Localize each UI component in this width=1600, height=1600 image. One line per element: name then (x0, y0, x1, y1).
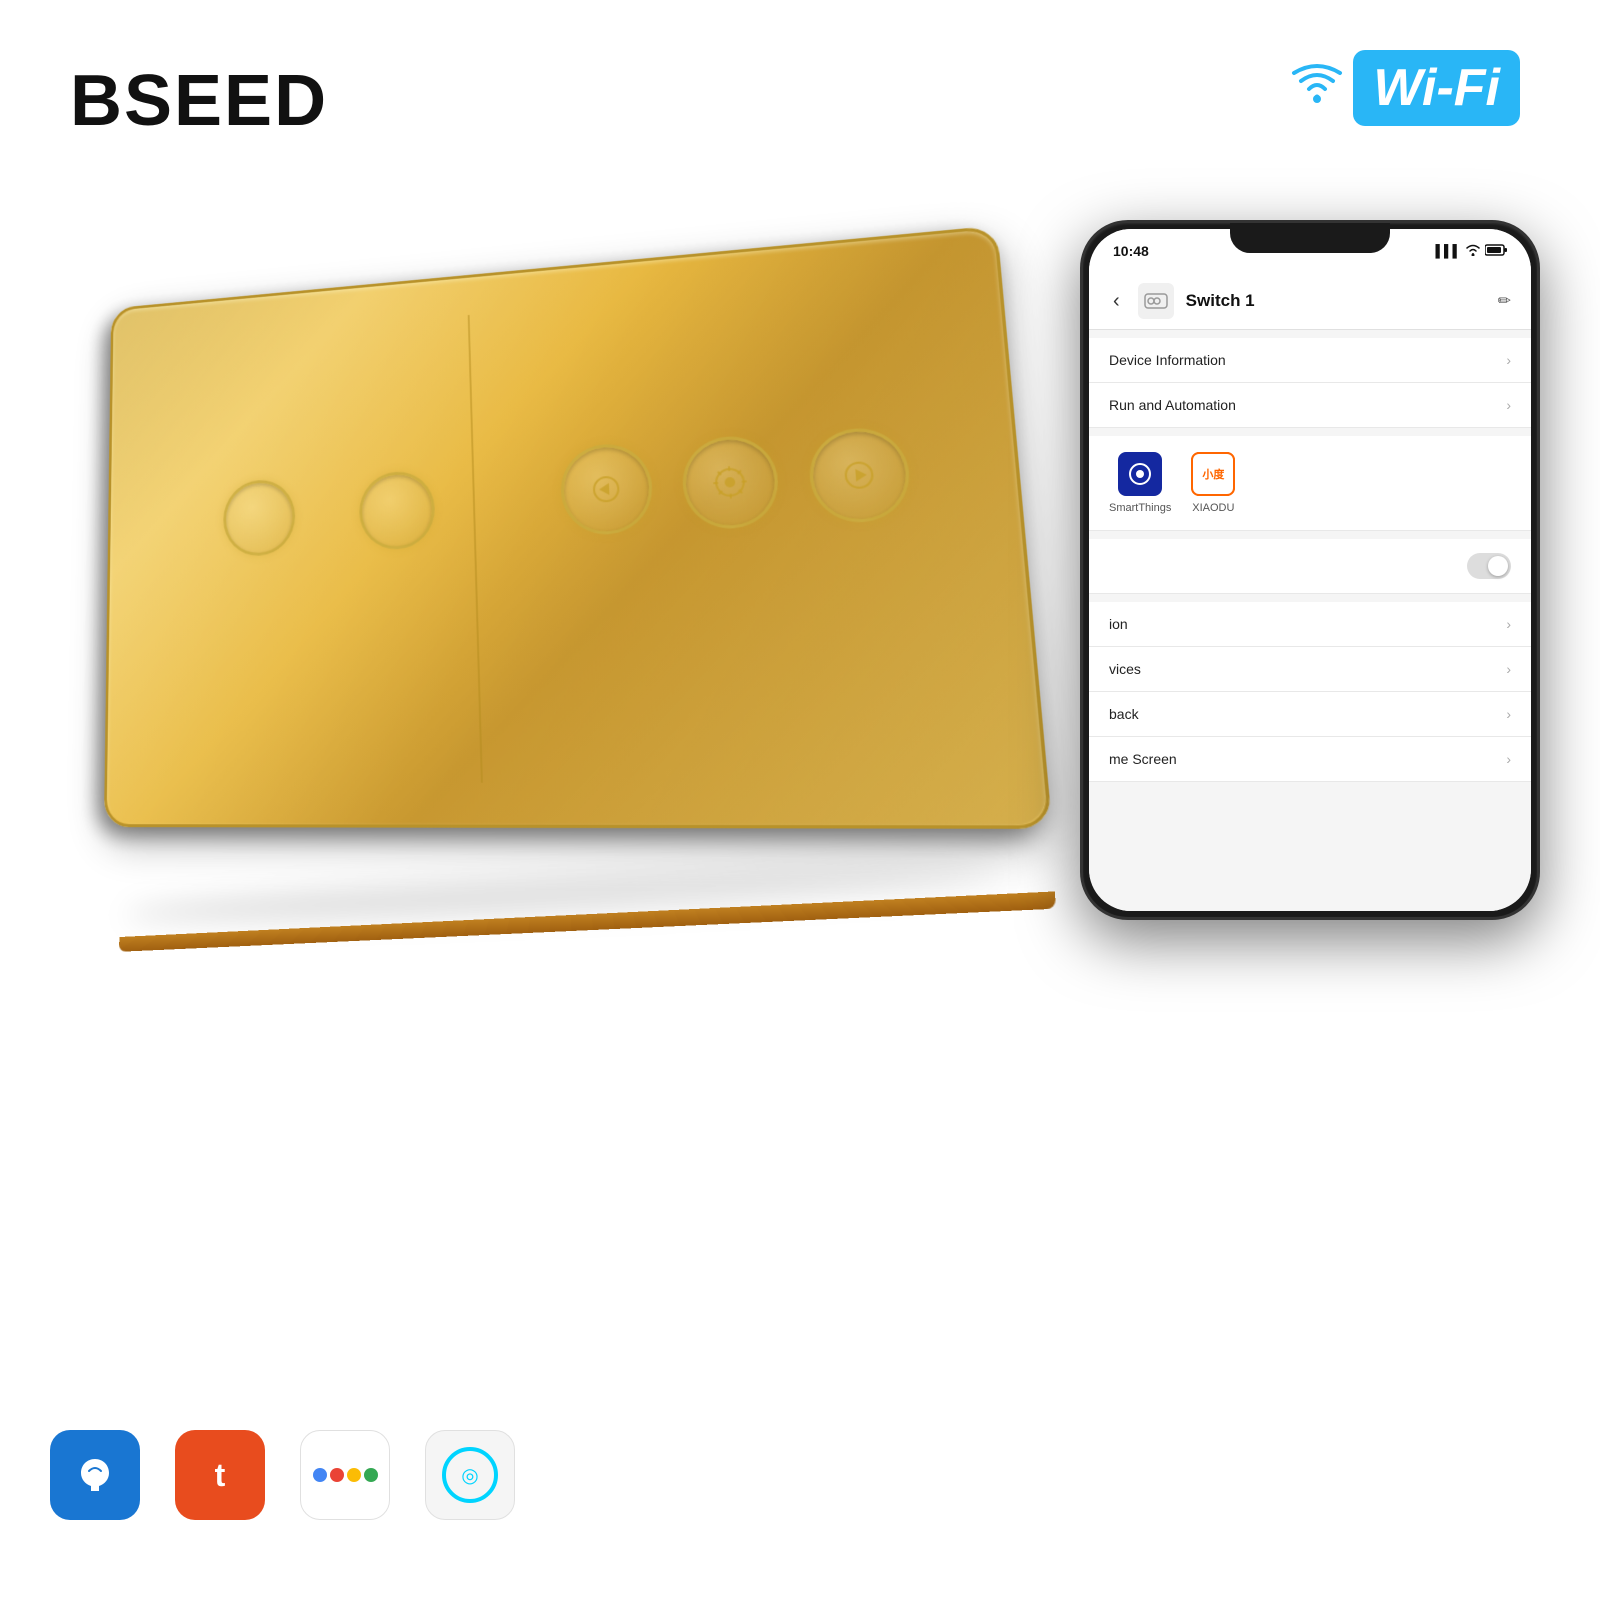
partial-label-2: vices (1109, 661, 1141, 677)
menu-item-partial-2[interactable]: vices › (1089, 647, 1531, 692)
toggle-knob (1488, 556, 1508, 576)
panel-divider (468, 315, 483, 783)
back-button[interactable]: ‹ (1105, 286, 1128, 317)
menu-item-automation[interactable]: Run and Automation › (1089, 383, 1531, 428)
phone-body: 10:48 ▌▌▌ (1080, 220, 1540, 920)
app-icons-row: t ◎ (50, 1430, 515, 1520)
status-icons: ▌▌▌ (1435, 244, 1507, 259)
spacer-1 (1089, 531, 1531, 539)
battery-icon (1485, 244, 1507, 259)
brand-logo: BSEED (70, 60, 328, 142)
google-dots (313, 1468, 378, 1482)
google-assistant-icon-wrapper[interactable] (300, 1430, 390, 1520)
alexa-icon-wrapper[interactable]: ◎ (425, 1430, 515, 1520)
spacer-2 (1089, 594, 1531, 602)
chevron-icon-6: › (1506, 751, 1511, 767)
partial-label-4: me Screen (1109, 751, 1177, 767)
touch-button-2[interactable] (359, 470, 436, 551)
tuya-icon[interactable]: t (175, 1430, 265, 1520)
wifi-text-box: Wi-Fi (1353, 50, 1520, 126)
automation-label: Run and Automation (1109, 397, 1236, 413)
smartthings-label: SmartThings (1109, 502, 1171, 514)
chevron-icon-3: › (1506, 616, 1511, 632)
switch-device (30, 220, 1030, 920)
device-name-label: Switch 1 (1186, 291, 1255, 311)
signal-icon: ▌▌▌ (1435, 244, 1461, 258)
dimmer-button-light[interactable] (681, 434, 781, 531)
menu-item-partial-1[interactable]: ion › (1089, 602, 1531, 647)
wifi-label: Wi-Fi (1373, 58, 1500, 118)
chevron-icon: › (1506, 352, 1511, 368)
phone-mockup: 10:48 ▌▌▌ (1080, 220, 1540, 920)
phone-notch (1230, 223, 1390, 253)
dimmer-button-increase[interactable] (807, 426, 913, 525)
xiaodu-label: XIAODU (1192, 502, 1234, 514)
switch-panel (104, 225, 1053, 828)
google-assistant-icon[interactable] (300, 1430, 390, 1520)
phone-screen: 10:48 ▌▌▌ (1089, 229, 1531, 911)
dimmer-button-decrease[interactable] (559, 442, 654, 537)
wifi-status-icon (1465, 244, 1481, 259)
menu-item-device-info[interactable]: Device Information › (1089, 338, 1531, 383)
xiaodu-item[interactable]: 小度 XIAODU (1191, 452, 1235, 514)
device-icon (1138, 283, 1174, 319)
app-content: ‹ Switch 1 ✏ (1089, 273, 1531, 911)
device-title-row: Switch 1 (1128, 283, 1498, 319)
device-info-label: Device Information (1109, 352, 1226, 368)
partial-label-1: ion (1109, 616, 1128, 632)
menu-item-partial-3[interactable]: back › (1089, 692, 1531, 737)
touch-button-1[interactable] (223, 478, 295, 557)
google-dot-yellow (347, 1468, 361, 1482)
partial-label-3: back (1109, 706, 1139, 722)
wifi-badge: Wi-Fi (1291, 50, 1520, 126)
wifi-signal-icon (1291, 58, 1343, 118)
menu-section: Device Information › Run and Automation … (1089, 338, 1531, 428)
google-dot-green (364, 1468, 378, 1482)
xiaodu-icon: 小度 (1191, 452, 1235, 496)
menu-item-partial-4[interactable]: me Screen › (1089, 737, 1531, 782)
toggle-row[interactable] (1089, 539, 1531, 594)
app-header: ‹ Switch 1 ✏ (1089, 273, 1531, 330)
chevron-icon-4: › (1506, 661, 1511, 677)
toggle-switch[interactable] (1467, 553, 1511, 579)
chevron-icon-5: › (1506, 706, 1511, 722)
chevron-icon-2: › (1506, 397, 1511, 413)
smart-life-icon-wrapper[interactable] (50, 1430, 140, 1520)
google-dot-red (330, 1468, 344, 1482)
status-time: 10:48 (1113, 243, 1149, 259)
tuya-icon-wrapper[interactable]: t (175, 1430, 265, 1520)
edit-icon[interactable]: ✏ (1498, 291, 1511, 311)
assistants-row: SmartThings 小度 XIAODU (1089, 436, 1531, 531)
google-dot-blue (313, 1468, 327, 1482)
smartthings-item[interactable]: SmartThings (1109, 452, 1171, 514)
alexa-ring: ◎ (442, 1447, 498, 1503)
smart-life-icon[interactable] (50, 1430, 140, 1520)
alexa-icon[interactable]: ◎ (425, 1430, 515, 1520)
smartthings-icon (1118, 452, 1162, 496)
